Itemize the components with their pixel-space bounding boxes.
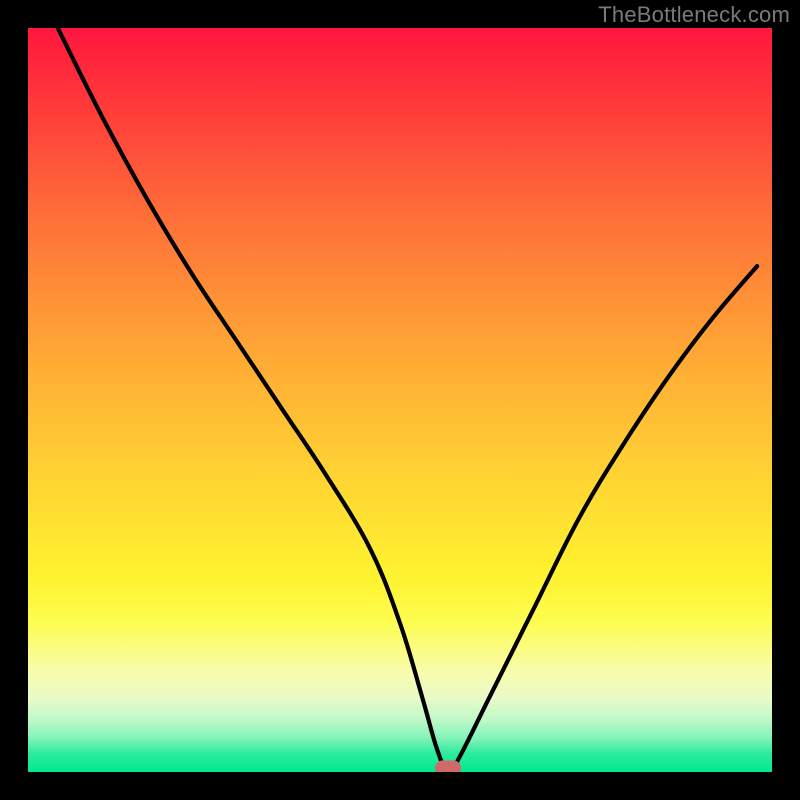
curve-path	[58, 28, 757, 772]
bottleneck-curve	[28, 28, 772, 772]
watermark-text: TheBottleneck.com	[598, 2, 790, 28]
optimum-marker	[435, 761, 461, 773]
plot-area	[28, 28, 772, 772]
chart-frame: TheBottleneck.com	[0, 0, 800, 800]
